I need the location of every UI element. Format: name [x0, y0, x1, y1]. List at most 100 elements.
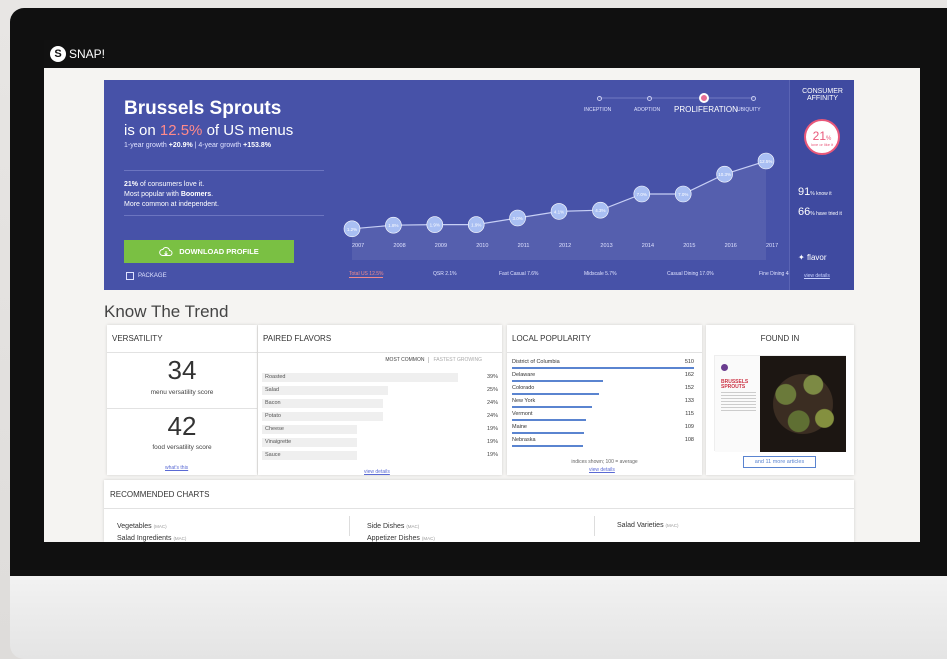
paired-flavor-name: Cheese — [265, 426, 284, 432]
paired-flavor-row[interactable]: Cheese 19% — [262, 425, 498, 434]
trend-hero: Brussels Sprouts is on 12.5% of US menus… — [104, 80, 854, 290]
chart-x-tick-label: 2012 — [559, 243, 572, 249]
paired-flavor-name: Sauce — [265, 452, 281, 458]
download-profile-button[interactable]: DOWNLOAD PROFILE — [124, 240, 294, 263]
paired-flavors-title: PAIRED FLAVORS — [263, 334, 332, 343]
stage-dot-proliferation — [699, 93, 709, 103]
paired-view-details-link[interactable]: view details — [364, 469, 390, 475]
paired-flavor-bar — [262, 373, 458, 382]
menu-share: is on 12.5% of US menus — [124, 122, 294, 139]
state-index: 510 — [684, 359, 694, 365]
state-name: Delaware — [512, 372, 536, 378]
app-logo[interactable]: S SNAP! — [50, 46, 105, 62]
segment-midscale[interactable]: Midscale 5.7% — [584, 271, 617, 277]
flavor-logo: ✦ flavor — [798, 253, 827, 262]
state-index-bar — [512, 445, 584, 447]
paired-flavor-pct: 19% — [486, 452, 498, 458]
segment-qsr[interactable]: QSR 2.1% — [433, 271, 457, 277]
recommended-link-side-dishes[interactable]: Side Dishes (MAC) — [367, 523, 419, 530]
growth-4y: +153.8% — [243, 142, 271, 149]
local-popularity-row[interactable]: Nebraska 108 — [512, 436, 694, 449]
recommended-link-salad-ingredients[interactable]: Salad Ingredients (MAC) — [117, 535, 186, 542]
whats-this-link[interactable]: what's this — [165, 465, 188, 471]
local-popularity-row[interactable]: Delaware 162 — [512, 371, 694, 384]
paired-flavor-name: Salad — [265, 387, 280, 393]
chart-x-tick-label: 2016 — [724, 243, 737, 249]
tab-most-common[interactable]: MOST COMMON — [385, 357, 424, 363]
consumer-summary: 21% of consumers love it. Most popular w… — [124, 181, 219, 208]
article-thumbnail[interactable]: BRUSSELS SPROUTS — [714, 355, 846, 452]
divider — [124, 215, 324, 216]
menu-share-value: 12.5% — [159, 122, 203, 139]
snap-logo-icon: S — [50, 46, 66, 62]
consumer-affinity-panel: CONSUMER AFFINITY 21% love or like it 91%… — [789, 80, 854, 290]
affinity-title: CONSUMER AFFINITY — [802, 88, 843, 102]
affinity-view-details-link[interactable]: view details — [804, 273, 830, 279]
menu-penetration-chart: 1.2% 1.8% 1.9% 1.9% 3.0% 4.1% 4.3% 7.0% 7.0% 10.3… — [343, 152, 775, 260]
chart-data-label: 1.9% — [430, 223, 440, 228]
more-articles-button[interactable]: and 11 more articles — [743, 456, 816, 468]
brussels-sprouts-photo — [760, 356, 846, 452]
local-popularity-row[interactable]: Vermont 115 — [512, 410, 694, 423]
paired-flavor-row[interactable]: Vinaigrette 19% — [262, 438, 498, 447]
local-popularity-row[interactable]: District of Columbia 510 — [512, 358, 694, 371]
chart-data-label: 7.0% — [678, 192, 688, 197]
divider — [124, 170, 324, 171]
chart-x-tick-label: 2007 — [352, 243, 365, 249]
chart-x-tick-label: 2013 — [600, 243, 613, 249]
flavor-icon: ✦ — [798, 253, 807, 262]
paired-flavor-row[interactable]: Sauce 19% — [262, 451, 498, 460]
state-name: Nebraska — [512, 437, 536, 443]
chart-data-label: 12.5% — [760, 159, 773, 164]
paired-flavor-row[interactable]: Salad 25% — [262, 386, 498, 395]
state-index: 108 — [684, 437, 694, 443]
paired-flavors-card: PAIRED FLAVORS MOST COMMON FASTEST GROWIN… — [258, 325, 502, 475]
monitor-chin — [10, 576, 947, 659]
card-divider — [104, 508, 854, 509]
segment-casual-dining[interactable]: Casual Dining 17.0% — [667, 271, 714, 277]
paired-flavors-tabs: MOST COMMON FASTEST GROWING — [385, 357, 482, 363]
love-label: love or like it — [810, 142, 834, 147]
paired-flavor-row[interactable]: Bacon 24% — [262, 399, 498, 408]
tab-fastest-growing[interactable]: FASTEST GROWING — [428, 357, 482, 363]
segment-total-us[interactable]: Total US 12.5% — [349, 271, 384, 278]
segment-breakdown: Total US 12.5% QSR 2.1% Fast Casual 7.6%… — [349, 271, 839, 281]
package-link[interactable]: PACKAGE — [126, 272, 167, 280]
growth-stats: 1-year growth +20.9% | 4-year growth +15… — [124, 142, 271, 149]
section-title: Know The Trend — [104, 302, 229, 321]
state-index: 115 — [685, 411, 694, 417]
chart-x-tick-label: 2015 — [683, 243, 696, 249]
local-popularity-card: LOCAL POPULARITY District of Columbia 510… — [507, 325, 702, 475]
local-popularity-row[interactable]: Maine 109 — [512, 423, 694, 436]
state-index: 152 — [684, 385, 694, 391]
menu-versatility-score: 34 — [167, 355, 197, 385]
screen: S SNAP! Brussels Sprouts is on 12.5% of … — [44, 40, 920, 542]
local-popularity-row[interactable]: Colorado 152 — [512, 384, 694, 397]
paired-flavor-bar — [262, 386, 388, 395]
recommended-link-vegetables[interactable]: Vegetables (MAC) — [117, 523, 167, 530]
chart-x-tick-label: 2009 — [434, 243, 448, 249]
stage-inception: INCEPTION — [584, 107, 612, 113]
paired-flavor-pct: 24% — [486, 400, 498, 406]
menu-versatility-label: menu versatility score — [150, 389, 214, 396]
local-view-details-link[interactable]: view details — [589, 467, 615, 473]
paired-flavor-row[interactable]: Potato 24% — [262, 412, 498, 421]
column-divider — [349, 516, 350, 536]
chart-x-tick-label: 2017 — [766, 243, 779, 249]
column-divider — [594, 516, 595, 536]
segment-fast-casual[interactable]: Fast Casual 7.6% — [499, 271, 538, 277]
menu-adoption-cycle: INCEPTION ADOPTION PROLIFERATION UBIQUIT… — [584, 92, 774, 122]
paired-flavor-row[interactable]: Roasted 39% — [262, 373, 498, 382]
card-divider — [507, 352, 702, 353]
chart-data-label: 4.3% — [595, 208, 605, 213]
versatility-card: VERSATILITY 34 menu versatility score 42… — [107, 325, 257, 475]
recommended-link-appetizer-dishes[interactable]: Appetizer Dishes (MAC) — [367, 535, 435, 542]
stage-ubiquity: UBIQUITY — [737, 107, 761, 113]
card-divider — [107, 408, 257, 409]
paired-flavor-name: Vinaigrette — [265, 439, 292, 445]
article-body-lines — [721, 392, 756, 412]
stage-dot-adoption — [647, 96, 652, 101]
state-index-bar — [512, 393, 599, 395]
recommended-link-salad-varieties[interactable]: Salad Varieties (MAC) — [617, 522, 679, 529]
local-popularity-row[interactable]: New York 133 — [512, 397, 694, 410]
